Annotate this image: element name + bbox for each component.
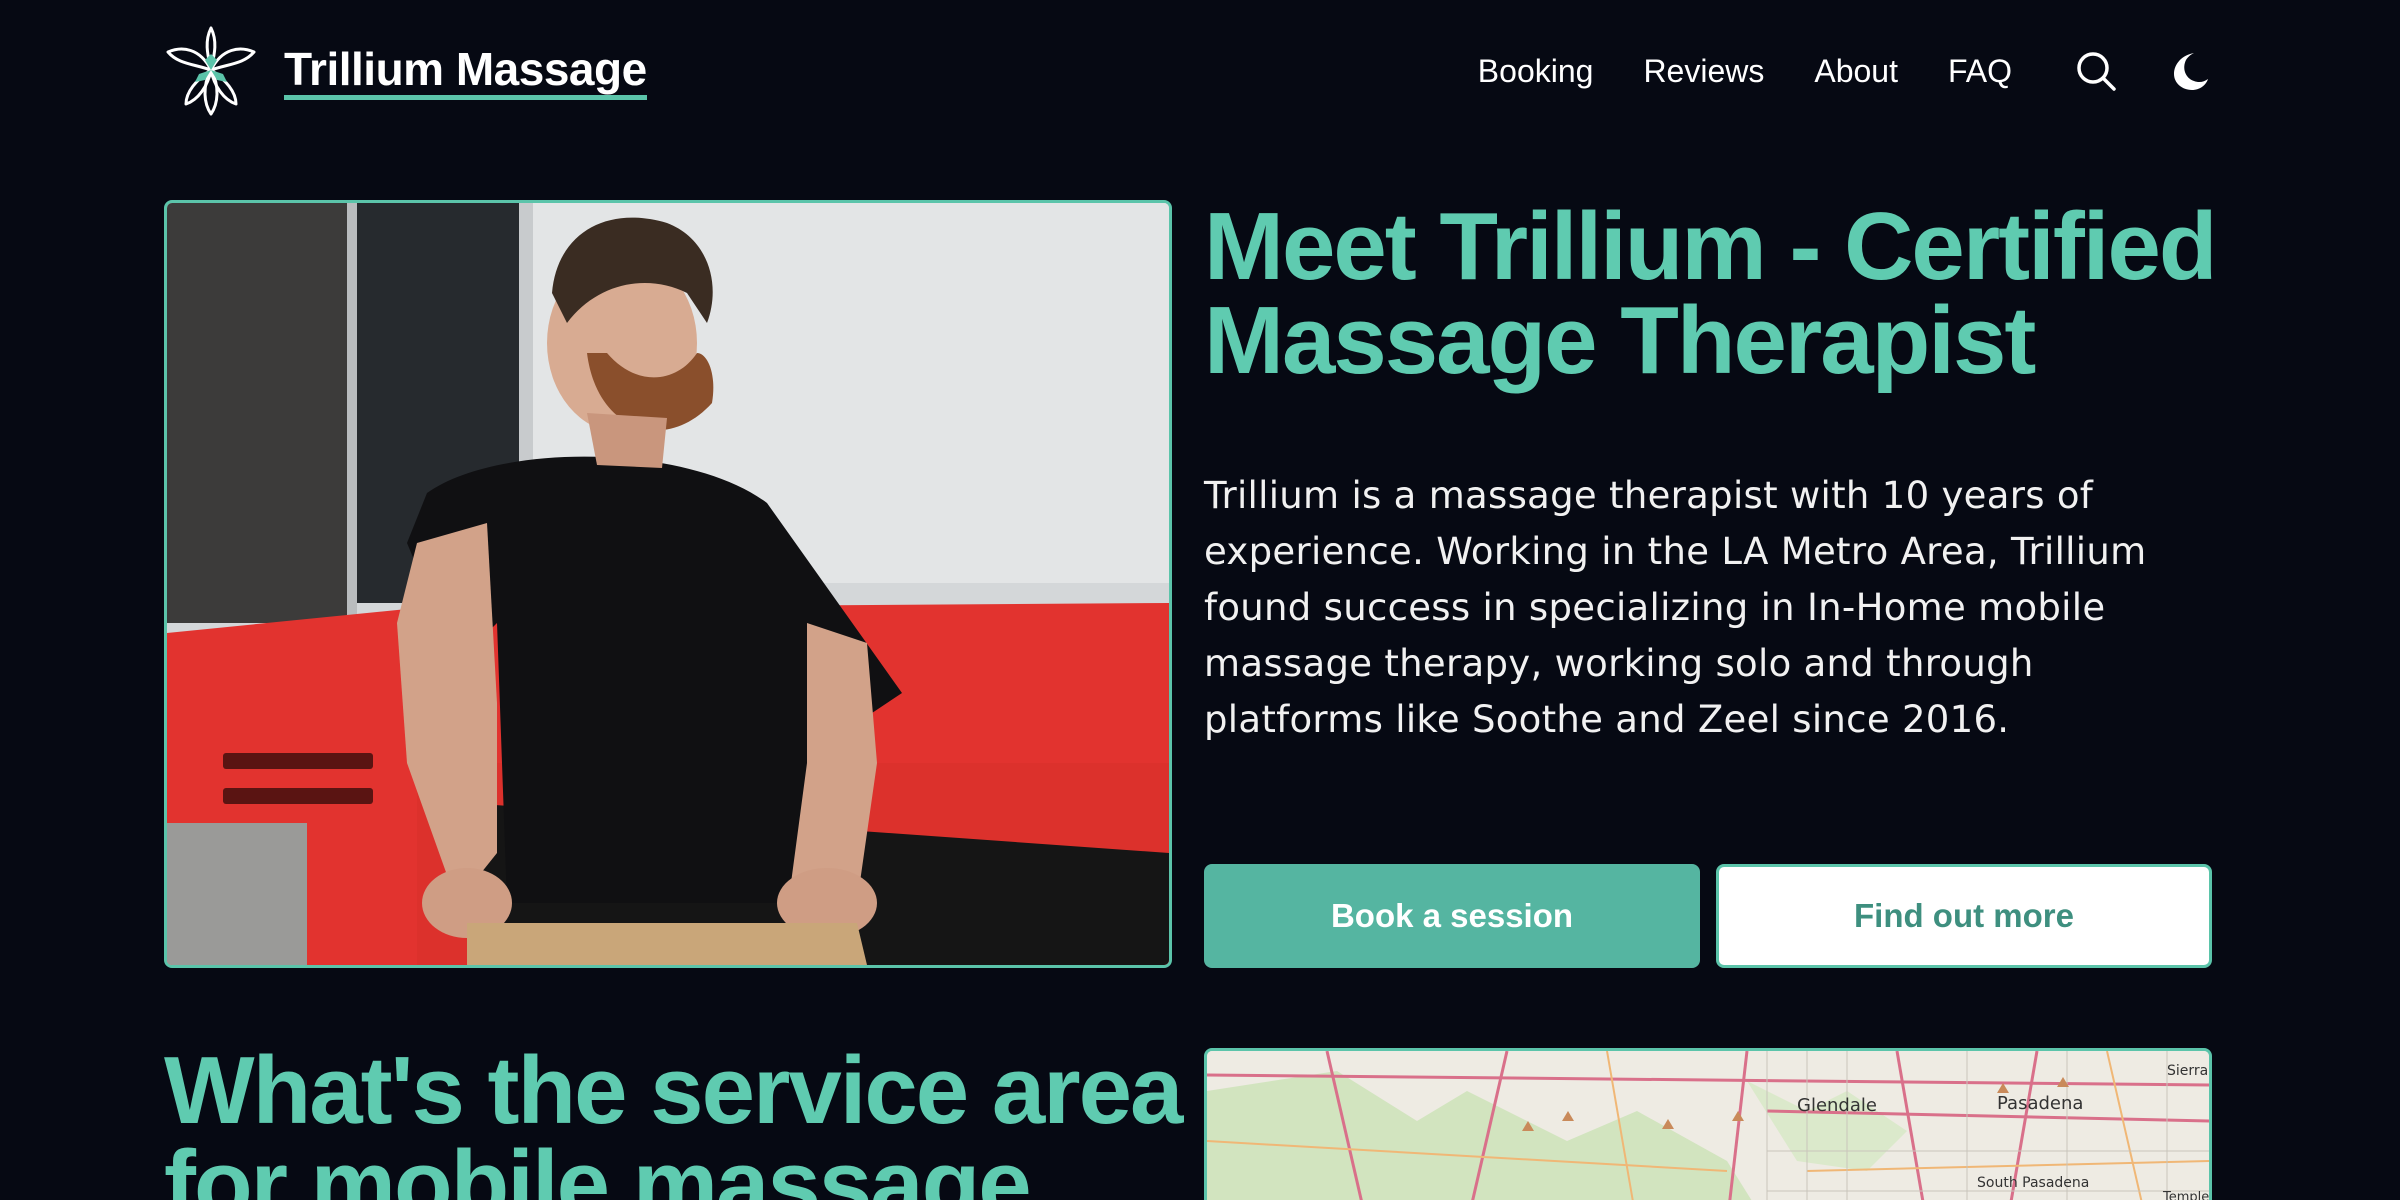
hero-title: Meet Trillium - Certified Massage Therap… — [1204, 193, 2217, 394]
brand-link[interactable]: Trillium Massage — [284, 43, 647, 100]
main-nav: Booking Reviews About FAQ — [1478, 49, 2212, 93]
book-session-button[interactable]: Book a session — [1204, 864, 1700, 968]
page: Trillium Massage Booking Reviews About F… — [0, 0, 2400, 1200]
site-header: Trillium Massage Booking Reviews About F… — [164, 24, 2212, 118]
hero-description: Trillium is a massage therapist with 10 … — [1204, 474, 2147, 741]
service-area-map[interactable]: Glendale Pasadena South Pasadena Sierra … — [1204, 1048, 2212, 1200]
theme-toggle-button[interactable] — [2168, 49, 2212, 93]
map-label-glendale: Glendale — [1797, 1095, 1877, 1116]
search-icon — [2077, 52, 2116, 91]
map-label-south-pasadena: South Pasadena — [1977, 1175, 2089, 1191]
map-label-sierra: Sierra — [2167, 1063, 2208, 1079]
map-label-pasadena: Pasadena — [1997, 1093, 2083, 1114]
service-area-title: What's the service area for mobile massa… — [164, 1037, 1183, 1200]
nav-reviews[interactable]: Reviews — [1643, 53, 1764, 90]
moon-icon — [2174, 53, 2208, 90]
nav-about[interactable]: About — [1814, 53, 1898, 90]
nav-booking[interactable]: Booking — [1478, 53, 1594, 90]
map-label-temple: Temple — [2162, 1190, 2209, 1200]
search-button[interactable] — [2074, 49, 2118, 93]
trillium-flower-icon[interactable] — [164, 24, 258, 118]
find-out-more-button[interactable]: Find out more — [1716, 864, 2212, 968]
nav-faq[interactable]: FAQ — [1948, 53, 2012, 90]
therapist-photo — [164, 200, 1172, 968]
